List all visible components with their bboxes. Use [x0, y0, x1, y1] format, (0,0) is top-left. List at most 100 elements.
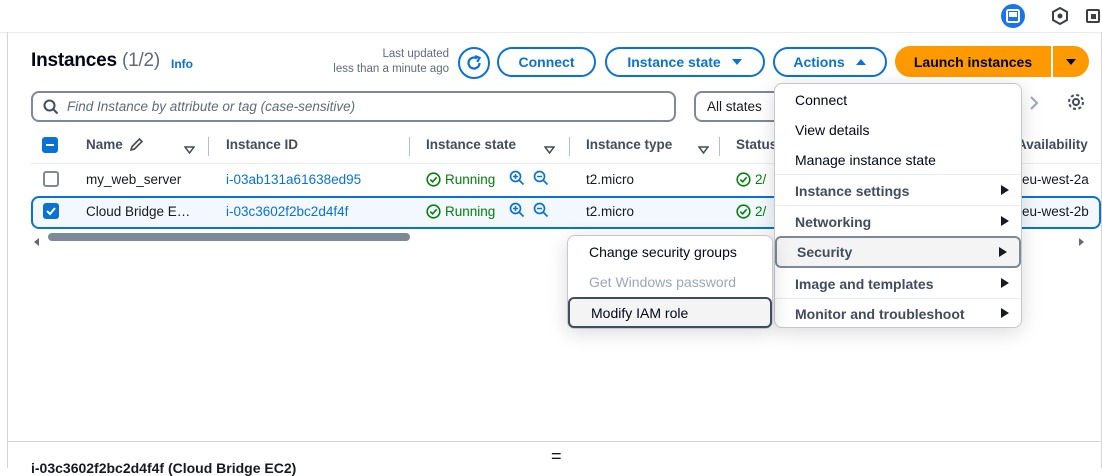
horizontal-scrollbar[interactable] [48, 233, 410, 241]
refresh-button[interactable] [458, 47, 490, 79]
submenu-arrow-icon [1001, 185, 1009, 195]
instance-state-running: Running [426, 172, 495, 187]
row-checkbox-checked[interactable] [43, 203, 59, 219]
instance-settings-label: Instance settings [795, 182, 910, 199]
instance-type: t2.micro [586, 204, 635, 219]
last-updated: Last updated less than a minute ago [320, 47, 449, 77]
row-checkbox[interactable] [43, 171, 59, 187]
availability-zone: eu-west-2b [1022, 204, 1089, 219]
select-all-checkbox[interactable] [42, 137, 58, 153]
split-panel-divider [8, 441, 1101, 442]
submenu-item-modify-iam[interactable]: Modify IAM role [568, 297, 772, 328]
zoom-in-icon[interactable] [509, 202, 525, 223]
instance-name: Cloud Bridge E… [86, 204, 191, 219]
selection-count: (1/2) [121, 50, 161, 71]
actions-button[interactable]: Actions [773, 47, 887, 77]
security-label: Security [797, 244, 853, 260]
col-separator [719, 137, 720, 156]
submenu-arrow-icon [1001, 278, 1009, 288]
share-icon[interactable] [1080, 3, 1102, 29]
status-text: 2/ [755, 204, 767, 219]
submenu-item-get-password: Get Windows password [589, 273, 737, 290]
instance-id-link[interactable]: i-03ab131a61638ed95 [226, 172, 361, 187]
details-panel-title: i-03c3602f2bc2d4f4f (Cloud Bridge EC2) [31, 460, 297, 476]
menu-item-networking[interactable]: Networking [775, 206, 1021, 237]
launch-dropdown-button[interactable] [1053, 46, 1089, 77]
split-panel-handle[interactable]: = [551, 446, 562, 467]
check-circle-icon [736, 204, 751, 219]
monitor-label: Monitor and troubleshoot [795, 305, 965, 322]
security-submenu: Change security groups Get Windows passw… [567, 235, 773, 329]
sort-caret-icon[interactable] [697, 141, 710, 159]
extension-icon[interactable] [1047, 3, 1073, 29]
title-text: Instances [31, 50, 117, 71]
search-placeholder: Find Instance by attribute or tag (case-… [67, 99, 356, 114]
next-page-icon[interactable] [1028, 95, 1040, 116]
instance-name: my_web_server [86, 172, 182, 187]
col-status[interactable]: Status [736, 137, 777, 152]
menu-item-view-details[interactable]: View details [775, 114, 1021, 145]
menu-item-monitor[interactable]: Monitor and troubleshoot [775, 298, 1021, 329]
zoom-out-icon[interactable] [533, 202, 549, 223]
instance-state-button[interactable]: Instance state [605, 47, 765, 77]
caret-down-icon [1066, 58, 1076, 65]
scroll-right-icon[interactable] [1078, 233, 1084, 251]
panel-left-border [7, 32, 8, 468]
availability-zone: eu-west-2a [1022, 172, 1089, 187]
menu-item-manage-state[interactable]: Manage instance state [775, 144, 1021, 175]
launch-label: Launch instances [913, 53, 1033, 70]
col-instance-id[interactable]: Instance ID [226, 137, 298, 152]
submenu-arrow-icon [999, 247, 1007, 257]
last-updated-label: Last updated [382, 48, 449, 60]
last-updated-value: less than a minute ago [333, 63, 449, 75]
status-check: 2/ [736, 172, 766, 187]
menu-item-security[interactable]: Security [775, 236, 1021, 268]
checkmark-icon [46, 207, 56, 216]
sidebar-toggle-icon[interactable] [1000, 3, 1026, 29]
image-templates-label: Image and templates [795, 275, 934, 292]
instance-state-running: Running [426, 204, 495, 219]
launch-instances-button[interactable]: Launch instances [895, 46, 1051, 77]
col-availability[interactable]: Availability [1017, 137, 1088, 152]
instance-id-link[interactable]: i-03c3602f2bc2d4f4f [226, 204, 348, 219]
zoom-in-icon[interactable] [509, 170, 525, 191]
status-text: 2/ [755, 172, 767, 187]
check-circle-icon [736, 172, 751, 187]
sort-caret-icon[interactable] [543, 141, 556, 159]
info-link[interactable]: Info [171, 57, 193, 71]
state-text: Running [445, 172, 496, 187]
col-instance-type[interactable]: Instance type [586, 137, 672, 152]
instance-type: t2.micro [586, 172, 635, 187]
submenu-item-change-sg[interactable]: Change security groups [568, 237, 772, 266]
actions-menu: Connect View details Manage instance sta… [774, 83, 1022, 328]
search-input[interactable]: Find Instance by attribute or tag (case-… [31, 91, 676, 122]
col-instance-state[interactable]: Instance state [426, 137, 516, 152]
browser-toolbar [0, 0, 1102, 33]
instance-state-label: Instance state [627, 54, 721, 70]
connect-button[interactable]: Connect [497, 47, 596, 77]
col-separator [409, 137, 410, 156]
sort-caret-icon[interactable] [183, 141, 196, 159]
search-icon [43, 99, 59, 114]
status-check: 2/ [736, 204, 766, 219]
zoom-out-icon[interactable] [533, 170, 549, 191]
actions-label: Actions [793, 54, 845, 70]
menu-item-image-templates[interactable]: Image and templates [775, 268, 1021, 299]
scroll-left-icon[interactable] [34, 233, 40, 251]
col-name[interactable]: Name [86, 137, 123, 152]
edit-pencil-icon [129, 137, 144, 157]
menu-item-connect[interactable]: Connect [775, 84, 1021, 115]
caret-up-icon [855, 59, 866, 65]
settings-gear-icon[interactable] [1067, 93, 1085, 116]
col-separator [208, 137, 209, 156]
connect-label: Connect [518, 54, 575, 70]
check-circle-icon [426, 172, 441, 187]
states-select[interactable]: All states [694, 91, 784, 122]
submenu-arrow-icon [1001, 308, 1009, 318]
caret-down-icon [731, 59, 742, 65]
page-title: Instances (1/2) [31, 50, 160, 72]
col-separator [569, 137, 570, 156]
menu-item-instance-settings[interactable]: Instance settings [775, 175, 1021, 206]
states-value: All states [707, 99, 762, 114]
state-text: Running [445, 204, 496, 219]
